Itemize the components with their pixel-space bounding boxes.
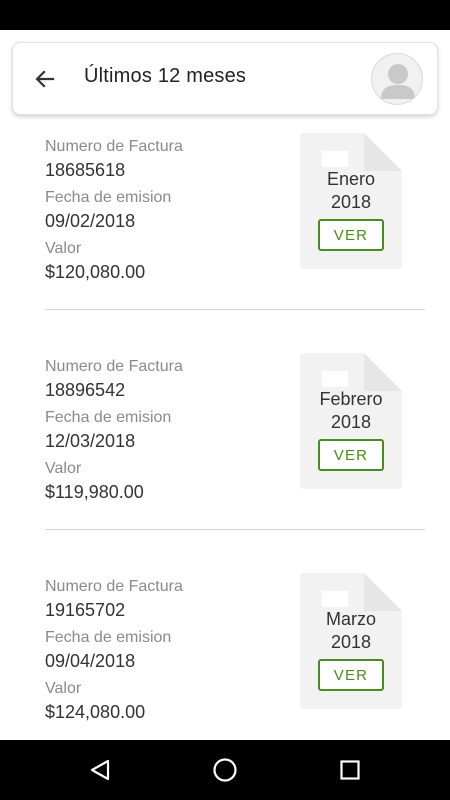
invoice-value-label: Valor bbox=[45, 460, 82, 477]
back-button[interactable] bbox=[29, 63, 61, 95]
invoice-date: 09/04/2018 bbox=[45, 651, 136, 671]
invoice-value-label: Valor bbox=[45, 240, 82, 257]
page-title: Últimos 12 meses bbox=[84, 65, 247, 87]
invoice-number-label: Numero de Factura bbox=[45, 358, 183, 375]
invoice-value: $124,080.00 bbox=[45, 702, 146, 722]
invoice-date-label: Fecha de emision bbox=[45, 629, 172, 646]
invoice-number: 19165702 bbox=[45, 600, 126, 620]
view-invoice-button[interactable]: VER bbox=[318, 659, 384, 691]
invoice-document-card: Marzo 2018 VER bbox=[300, 573, 402, 709]
view-invoice-button[interactable]: VER bbox=[318, 219, 384, 251]
invoice-date-label: Fecha de emision bbox=[45, 189, 172, 206]
user-avatar-icon bbox=[381, 64, 415, 99]
invoice-date: 09/02/2018 bbox=[45, 211, 136, 231]
view-invoice-button[interactable]: VER bbox=[318, 439, 384, 471]
invoice-value: $120,080.00 bbox=[45, 262, 146, 282]
invoice-month: Enero bbox=[326, 169, 376, 189]
arrow-left-icon bbox=[35, 70, 55, 88]
invoice-item: Numero de Factura 18685618 Fecha de emis… bbox=[0, 130, 450, 350]
square-recents-icon bbox=[340, 760, 360, 780]
invoice-month: Marzo bbox=[325, 609, 376, 629]
invoice-value: $119,980.00 bbox=[45, 482, 144, 502]
invoice-number-label: Numero de Factura bbox=[45, 138, 183, 155]
circle-home-icon bbox=[213, 758, 237, 782]
divider bbox=[45, 529, 425, 530]
invoice-number: 18896542 bbox=[45, 380, 126, 400]
invoice-item: Numero de Factura 18896542 Fecha de emis… bbox=[0, 350, 450, 570]
invoice-document-card: Enero 2018 VER bbox=[300, 133, 402, 269]
triangle-back-icon bbox=[90, 759, 110, 781]
invoice-year: 2018 bbox=[330, 632, 372, 652]
divider bbox=[45, 309, 425, 310]
invoice-value-label: Valor bbox=[45, 680, 82, 697]
avatar[interactable] bbox=[371, 53, 423, 105]
nav-back-button[interactable] bbox=[84, 754, 116, 786]
invoice-document-card: Febrero 2018 VER bbox=[300, 353, 402, 489]
invoice-date: 12/03/2018 bbox=[45, 431, 136, 451]
header-bar: Últimos 12 meses bbox=[12, 42, 438, 115]
invoice-month: Febrero bbox=[319, 389, 383, 409]
invoice-number: 18685618 bbox=[45, 160, 126, 180]
invoice-date-label: Fecha de emision bbox=[45, 409, 172, 426]
invoice-year: 2018 bbox=[330, 192, 372, 212]
system-nav-bar bbox=[0, 740, 450, 800]
invoice-year: 2018 bbox=[330, 412, 372, 432]
nav-home-button[interactable] bbox=[209, 754, 241, 786]
invoice-number-label: Numero de Factura bbox=[45, 578, 183, 595]
status-bar bbox=[0, 0, 450, 30]
nav-recents-button[interactable] bbox=[334, 754, 366, 786]
